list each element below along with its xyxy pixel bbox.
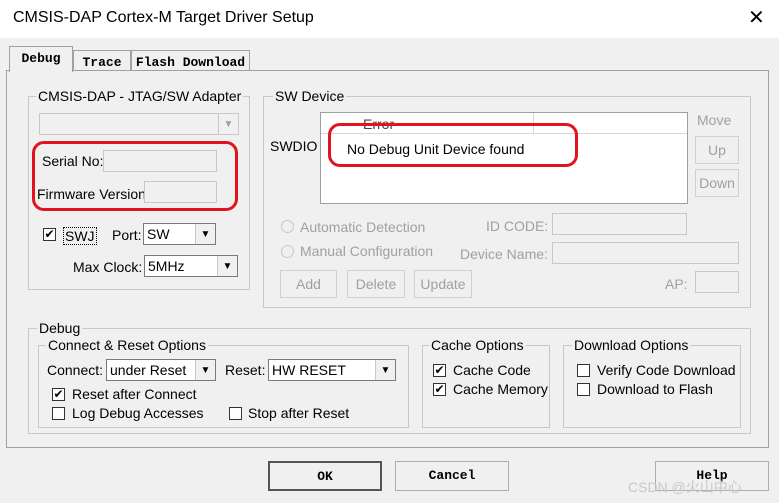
cache-memory-label: Cache Memory <box>453 381 548 397</box>
connect-reset-legend: Connect & Reset Options <box>46 337 208 353</box>
max-clock-value: 5MHz <box>148 258 185 274</box>
manual-config-label: Manual Configuration <box>300 243 434 259</box>
move-down-button[interactable]: Down <box>695 169 739 197</box>
ok-button[interactable]: OK <box>268 461 382 491</box>
title-bar: CMSIS-DAP Cortex-M Target Driver Setup ✕ <box>0 0 779 38</box>
chevron-down-icon: ▼ <box>195 224 215 244</box>
verify-code-download-checkbox[interactable] <box>577 364 590 377</box>
connect-label: Connect: <box>47 362 104 378</box>
chevron-down-icon: ▼ <box>375 360 395 380</box>
delete-button[interactable]: Delete <box>347 270 405 298</box>
reset-label: Reset: <box>225 362 266 378</box>
download-to-flash-checkbox[interactable] <box>577 383 590 396</box>
verify-code-download-label: Verify Code Download <box>597 362 736 378</box>
stop-after-reset-checkbox[interactable] <box>229 407 242 420</box>
stop-after-reset-label: Stop after Reset <box>248 405 350 421</box>
cache-memory-checkbox[interactable]: ✔ <box>433 383 446 396</box>
tab-debug[interactable]: Debug <box>9 46 73 72</box>
reset-select[interactable]: HW RESET ▼ <box>268 359 396 381</box>
update-button[interactable]: Update <box>414 270 472 298</box>
auto-detect-label: Automatic Detection <box>300 219 426 235</box>
sw-device-legend: SW Device <box>273 88 347 104</box>
annotation-circle-adapter <box>32 141 238 211</box>
debug-group-legend: Debug <box>37 320 83 336</box>
port-value: SW <box>147 226 170 242</box>
port-select[interactable]: SW ▼ <box>143 223 216 245</box>
close-icon[interactable]: ✕ <box>748 6 765 30</box>
device-name-field[interactable] <box>552 242 739 264</box>
cache-options-legend: Cache Options <box>429 337 526 353</box>
reset-after-connect-checkbox[interactable]: ✔ <box>52 388 65 401</box>
download-to-flash-label: Download to Flash <box>597 381 713 397</box>
max-clock-select[interactable]: 5MHz ▼ <box>144 255 238 277</box>
annotation-circle-device <box>328 123 578 167</box>
id-code-field[interactable] <box>552 213 687 235</box>
window-title: CMSIS-DAP Cortex-M Target Driver Setup <box>13 9 314 26</box>
auto-detect-radio[interactable] <box>281 220 294 233</box>
id-code-label: ID CODE: <box>486 218 549 234</box>
add-button[interactable]: Add <box>280 270 337 298</box>
swj-label: SWJ <box>63 227 97 245</box>
connect-select[interactable]: under Reset ▼ <box>106 359 216 381</box>
download-options-legend: Download Options <box>572 337 691 353</box>
move-up-button[interactable]: Up <box>695 136 739 164</box>
cache-code-checkbox[interactable]: ✔ <box>433 364 446 377</box>
tab-flash-download[interactable]: Flash Download <box>131 50 250 71</box>
device-name-label: Device Name: <box>460 246 548 262</box>
chevron-down-icon: ▼ <box>195 360 215 380</box>
ap-label: AP: <box>665 276 688 292</box>
swj-checkbox[interactable]: ✔ <box>43 228 56 241</box>
chevron-down-icon: ▼ <box>218 114 238 134</box>
port-label: Port: <box>112 227 142 243</box>
adapter-select[interactable]: ▼ <box>39 113 239 135</box>
log-debug-accesses-checkbox[interactable] <box>52 407 65 420</box>
swdio-label: SWDIO <box>270 138 318 154</box>
watermark: CSDN @火山中心 <box>628 479 742 495</box>
move-label: Move <box>697 112 732 128</box>
adapter-group-legend: CMSIS-DAP - JTAG/SW Adapter <box>36 88 244 104</box>
ap-field[interactable] <box>695 271 739 293</box>
cache-code-label: Cache Code <box>453 362 531 378</box>
reset-value: HW RESET <box>272 362 346 378</box>
max-clock-label: Max Clock: <box>73 259 143 275</box>
chevron-down-icon: ▼ <box>217 256 237 276</box>
reset-after-connect-label: Reset after Connect <box>72 386 197 402</box>
tab-trace[interactable]: Trace <box>73 50 131 71</box>
log-debug-accesses-label: Log Debug Accesses <box>72 405 204 421</box>
cancel-button[interactable]: Cancel <box>395 461 509 491</box>
manual-config-radio[interactable] <box>281 245 294 258</box>
connect-value: under Reset <box>110 362 187 378</box>
